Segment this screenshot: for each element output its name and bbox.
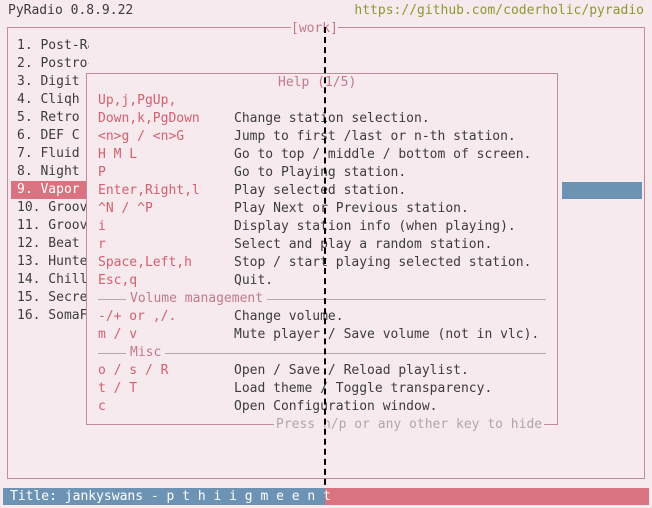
help-key: H M L [98,147,138,162]
help-description: Play selected station. [234,183,407,198]
station-item[interactable]: 4. Cliqh [11,91,89,109]
help-key: Up,j,PgUp, [98,93,177,108]
help-key: i [98,219,106,234]
station-item[interactable]: 7. Fluid [11,145,89,163]
station-item[interactable]: 15. Secre [11,289,89,307]
help-description: Change station selection. [234,111,430,126]
help-key: ^N / ^P [98,201,153,216]
help-footer: Press n/p or any other key to hide [274,416,545,434]
dashed-divider [324,27,326,505]
help-key: Down,k,PgDown [98,111,200,126]
station-item[interactable]: 16. SomaF [11,307,89,325]
selected-station-highlight [562,182,642,199]
repo-url-link[interactable]: https://github.com/coderholic/pyradio [354,2,644,20]
help-description: Play Next or Previous station. [234,201,469,216]
station-item[interactable]: 1. Post-Radio [11,37,89,55]
station-item[interactable]: 12. Beat [11,235,89,253]
status-title: Title: jankyswans - p t h i i g m e e n … [10,489,331,504]
station-item[interactable]: 2. Postrocks.me [11,55,89,73]
help-title: Help (1/5) [274,74,361,92]
station-item[interactable]: 10. Groov [11,199,89,217]
help-key: Space,Left,h [98,255,192,270]
help-key: P [98,165,106,180]
help-key: c [98,399,106,414]
help-key: o / s / R [98,363,169,378]
help-description: Jump to first /last or n-th station. [234,129,516,144]
help-description: Select and play a random station. [234,237,493,252]
help-description: Load theme / Toggle transparency. [234,381,493,396]
station-item[interactable]: 5. Retro [11,109,89,127]
help-key: m / v [98,327,138,342]
help-description: Go to Playing station. [234,165,407,180]
station-item[interactable]: 3. Digit [11,73,89,91]
help-description: Display station info (when playing). [234,219,516,234]
help-section-title: Misc [126,344,166,362]
help-description: Open Configuration window. [234,399,438,414]
help-description: Stop / start playing selected station. [234,255,532,270]
station-item[interactable]: 6. DEF C [11,127,89,145]
station-item[interactable]: 9. Vapor [11,181,89,199]
help-key: t / T [98,381,138,396]
help-description: Quit. [234,273,274,288]
help-description: Open / Save / Reload playlist. [234,363,469,378]
help-key: r [98,237,106,252]
help-description: Change volume. [234,309,344,324]
help-key: -/+ or ,/. [98,309,177,324]
station-item[interactable]: 8. Night [11,163,89,181]
help-description: Mute player / Save volume (not in vlc). [234,327,540,342]
help-key: <n>g / <n>G [98,129,185,144]
playlist-name: [work] [291,20,338,38]
station-item[interactable]: 13. Hunte [11,253,89,271]
station-item[interactable]: 11. Groov [11,217,89,235]
app-title: PyRadio 0.8.9.22 [8,3,134,18]
help-key: Esc,q [98,273,138,288]
help-description: Go to top / middle / bottom of screen. [234,147,532,162]
help-section-title: Volume management [126,290,268,308]
station-item[interactable]: 14. Chill [11,271,89,289]
help-key: Enter,Right,l [98,183,200,198]
